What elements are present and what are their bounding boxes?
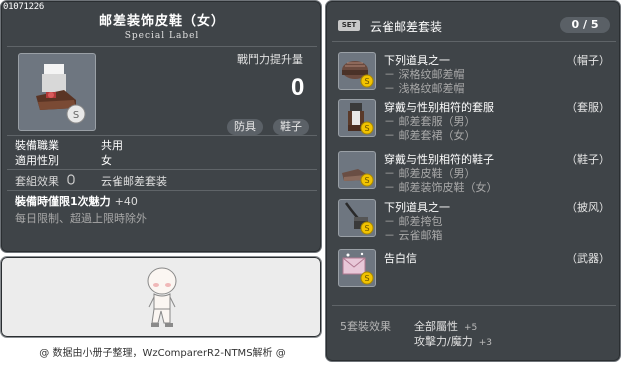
stat-value: +5 [464, 323, 478, 333]
job-label: 裝備職業 [15, 139, 59, 152]
set-progress-count: 0 / 5 [560, 17, 610, 33]
divider [332, 305, 616, 306]
row-option: － 浅格纹邮差帽 [384, 82, 465, 95]
row-category: （帽子） [566, 54, 610, 67]
divider [7, 169, 317, 170]
svg-text:S: S [364, 77, 369, 86]
item-icon-box: S [18, 53, 96, 131]
charm-limit: 裝備時僅限1次魅力 +40 [15, 193, 138, 209]
set-effect-label: 套組效果 [15, 175, 59, 188]
set-row-overall: S 穿戴与性别相符的套服 － 邮差套服（男） － 邮差套裙（女） （套服） [326, 99, 622, 143]
character-avatar [147, 267, 177, 327]
divider [7, 190, 317, 191]
power-increase-value: 0 [291, 74, 305, 101]
set-row-weapon: S 告白信 （武器） [326, 249, 622, 289]
svg-text:S: S [364, 124, 369, 133]
item-subtitle: Special Label [124, 31, 200, 41]
shoe-icon: S [36, 64, 86, 124]
set-row-shoes: S 穿戴与性别相符的鞋子 － 邮差皮鞋（男） － 邮差装饰皮鞋（女） （鞋子） [326, 151, 622, 195]
row-category: （武器） [566, 252, 610, 265]
row-icon-box: S [338, 52, 376, 90]
bag-icon: S [344, 202, 374, 235]
stat-value: +3 [478, 338, 492, 348]
divider [7, 46, 317, 47]
item-tooltip-panel: 01071226 邮差装饰皮鞋（女） Special Label S 戰鬥力提升… [0, 0, 322, 253]
tag-armor: 防具 [227, 119, 263, 135]
svg-text:S: S [364, 176, 369, 185]
set-name: 云雀邮差套装 [370, 20, 443, 34]
row-icon-box: S [338, 99, 376, 137]
set-badge: SET [338, 20, 360, 31]
divider [332, 41, 616, 42]
row-category: （鞋子） [566, 153, 610, 166]
job-value: 共用 [101, 139, 123, 152]
row-option: － 云雀邮箱 [384, 229, 443, 242]
shoe-icon: S [342, 169, 374, 187]
charm-text: 裝備時僅限1次魅力 [15, 195, 111, 208]
set-row-cape: S 下列道具之一 － 邮差挎包 － 云雀邮箱 （披风） [326, 199, 622, 243]
row-option: － 邮差套裙（女） [384, 129, 476, 142]
row-option: － 邮差装饰皮鞋（女） [384, 181, 498, 194]
set-effect-label: 5套裝效果 [340, 320, 391, 333]
row-category: （套服） [566, 101, 610, 114]
divider [7, 135, 317, 136]
footer-credit: @ 数据由小册子整理，WzComparerR2-NTMS解析 @ [39, 348, 286, 359]
clip-icon [67, 174, 75, 185]
gender-label: 適用性別 [15, 154, 59, 167]
row-icon-box: S [338, 151, 376, 189]
svg-text:S: S [73, 110, 79, 121]
hat-icon: S [342, 61, 374, 88]
row-icon-box: S [338, 249, 376, 287]
overall-icon: S [348, 103, 374, 135]
charm-value: +40 [114, 195, 138, 208]
svg-text:S: S [364, 274, 369, 283]
power-increase-label: 戰鬥力提升量 [237, 53, 303, 66]
svg-text:S: S [364, 224, 369, 233]
set-effect-value: 云雀邮差套装 [101, 175, 167, 188]
set-stat: 全部屬性 +5 [414, 318, 477, 334]
row-category: （披风） [566, 201, 610, 214]
row-icon-box: S [338, 199, 376, 237]
daily-limit-text: 每日限制、超過上限時除外 [15, 212, 147, 225]
set-info-panel: SET 云雀邮差套装 0 / 5 S 下列道具之一 － 深格纹邮差帽 － 浅格纹… [325, 0, 621, 362]
set-row-hat: S 下列道具之一 － 深格纹邮差帽 － 浅格纹邮差帽 （帽子） [326, 52, 622, 96]
letter-icon: S [342, 252, 374, 285]
tag-shoes: 鞋子 [273, 119, 309, 135]
item-title: 邮差装饰皮鞋（女） [98, 14, 225, 29]
row-title: 告白信 [384, 252, 417, 265]
stat-name: 攻擊力/魔力 [414, 335, 473, 348]
stat-name: 全部屬性 [414, 320, 458, 333]
avatar-preview-panel [0, 256, 322, 338]
set-stat: 攻擊力/魔力 +3 [414, 333, 492, 349]
gender-value: 女 [101, 154, 112, 167]
